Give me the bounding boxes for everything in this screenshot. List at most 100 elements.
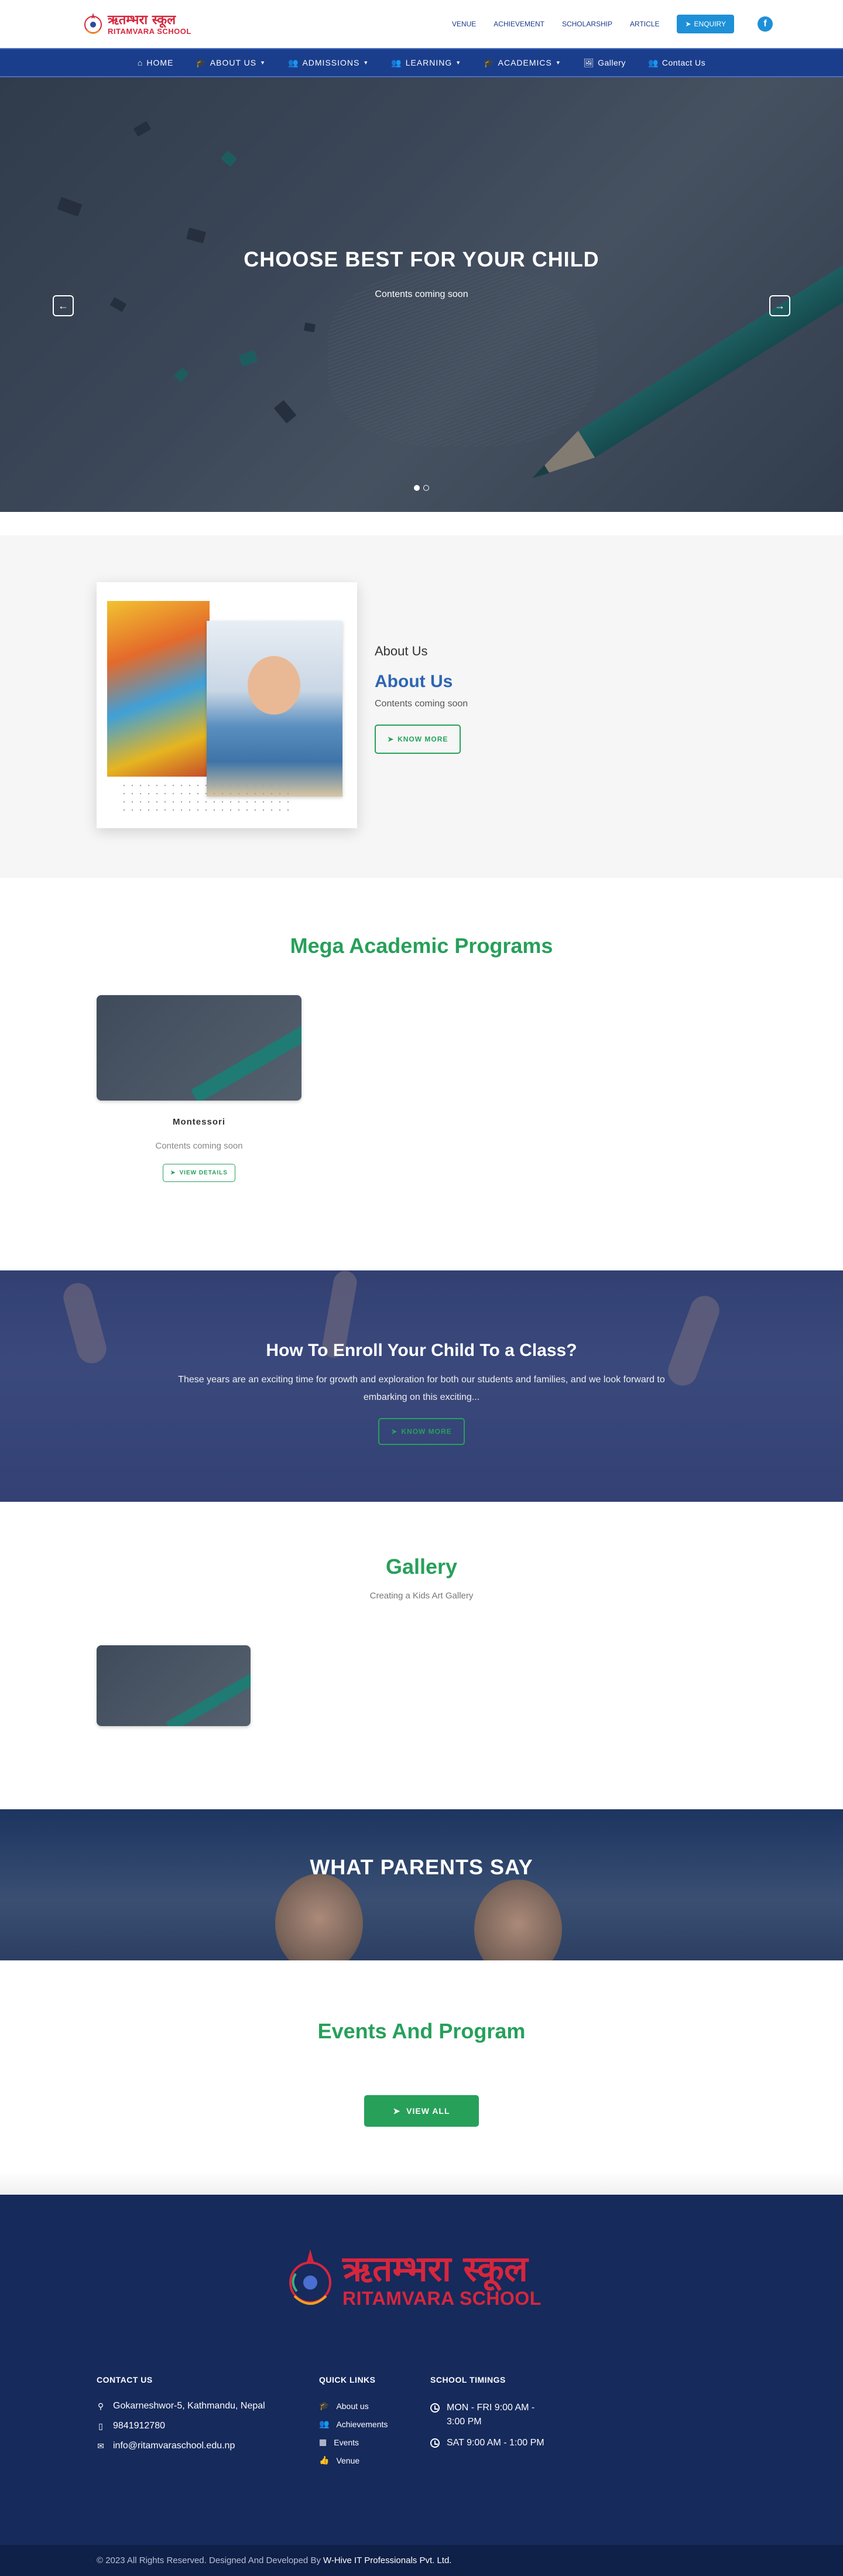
nav-item-about-us[interactable]: 🎓 ABOUT US ▼ [196,58,266,68]
program-card: Montessori Contents coming soon ➤ VIEW D… [97,995,301,1182]
about-body: Contents coming soon [375,699,468,709]
paper-plane-icon: ➤ [170,1170,176,1176]
paper-plane-icon: ➤ [393,2106,401,2116]
logo-text-english: RITAMVARA SCHOOL [108,26,191,36]
thumbs-up-icon: 👍 [319,2455,330,2465]
hero-title: CHOOSE BEST FOR YOUR CHILD [244,247,599,271]
button-label: KNOW MORE [397,735,448,743]
child-photo [474,1880,562,1960]
home-icon: ⌂ [137,58,143,67]
footer-link-label: About us [336,2401,369,2411]
footer-logo-english: RITAMVARA SCHOOL [342,2288,542,2309]
footer-links-heading: QUICK LINKS [319,2375,376,2384]
footer-logo[interactable]: ऋतम्भरा स्कूल RITAMVARA SCHOOL [284,2244,542,2315]
slider-dot[interactable] [423,485,429,491]
site-footer: ऋतम्भरा स्कूल RITAMVARA SCHOOL CONTACT U… [0,2195,843,2545]
about-image-card [97,582,357,828]
users-icon: 👥 [391,57,402,67]
view-details-button[interactable]: ➤ VIEW DETAILS [163,1164,235,1182]
nav-item-admissions[interactable]: 👥 ADMISSIONS ▼ [288,58,369,68]
footer-link-venue[interactable]: 👍 Venue [319,2455,419,2465]
nav-item-contact-us[interactable]: 👥 Contact Us [648,58,705,68]
gallery-title: Gallery [385,1555,458,1579]
enquiry-label: ENQUIRY [694,20,726,28]
clock-icon [430,2403,440,2413]
enroll-body: These years are an exciting time for gro… [178,1375,665,1402]
timing-weekday: MON - FRI 9:00 AM - 3:00 PM [447,2403,535,2427]
about-photo-boy [207,621,342,797]
footer-email[interactable]: info@ritamvaraschool.edu.np [113,2441,235,2451]
programs-section: Mega Academic Programs Montessori Conten… [0,878,843,1270]
graduation-cap-icon: 🎓 [484,57,495,67]
program-image[interactable] [97,995,301,1101]
image-icon: 🖼 [583,57,595,67]
top-link-scholarship[interactable]: SCHOLARSHIP [562,20,612,28]
users-icon: 👥 [319,2419,330,2428]
logo-emblem-icon [289,2249,331,2305]
developer-link[interactable]: W-Hive IT Professionals Pvt. Ltd. [323,2555,452,2565]
program-name: Montessori [172,1117,225,1127]
nav-item-gallery[interactable]: 🖼 Gallery [584,58,626,68]
footer-link-label: Achievements [336,2419,388,2429]
enroll-section: How To Enroll Your Child To a Class? The… [0,1270,843,1502]
arrow-left-icon: ← [58,299,68,312]
footer-link-about-us[interactable]: 🎓 About us [319,2401,419,2411]
nav-item-academics[interactable]: 🎓 ACADEMICS ▼ [484,58,561,68]
top-link-achievement[interactable]: ACHIEVEMENT [494,20,544,28]
users-icon: 👥 [288,57,299,67]
caret-down-icon: ▼ [260,60,266,66]
enquiry-button[interactable]: ➤ ENQUIRY [677,15,734,33]
about-label: About Us [375,644,428,658]
footer-link-label: Venue [336,2455,360,2465]
child-photo [275,1874,363,1960]
events-section: Events And Program ➤ VIEW ALL [0,1960,843,2171]
paper-plane-icon: ➤ [685,20,691,28]
button-label: KNOW MORE [401,1427,452,1436]
users-icon: 👥 [647,57,659,67]
copyright-bar: © 2023 All Rights Reserved. Designed And… [0,2545,843,2576]
logo-emblem-icon [84,13,102,34]
view-all-button[interactable]: ➤ VIEW ALL [364,2095,479,2127]
about-photo-children [107,601,210,777]
nav-item-learning[interactable]: 👥 LEARNING ▼ [391,58,461,68]
program-description: Contents coming soon [155,1141,243,1151]
top-bar: ऋतम्भरा स्कूल RITAMVARA SCHOOL VENUE ACH… [0,0,843,48]
top-link-venue[interactable]: VENUE [452,20,476,28]
enroll-know-more-button[interactable]: ➤ KNOW MORE [378,1418,465,1445]
slider-prev-button[interactable]: ← [53,295,74,316]
top-link-article[interactable]: ARTICLE [630,20,659,28]
hero-slider: CHOOSE BEST FOR YOUR CHILD Contents comi… [0,77,843,512]
about-know-more-button[interactable]: ➤ KNOW MORE [375,725,461,754]
footer-contact: CONTACT US ⚲ Gokarneshwor-5, Kathmandu, … [97,2375,307,2461]
footer-phone[interactable]: 9841912780 [113,2421,165,2431]
map-marker-icon: ⚲ [97,2401,104,2411]
site-logo[interactable]: ऋतम्भरा स्कूल RITAMVARA SCHOOL [82,11,191,37]
footer-logo-hindi: ऋतम्भरा स्कूल [342,2249,528,2290]
paper-plane-icon: ➤ [391,1427,398,1436]
programs-title: Mega Academic Programs [290,934,553,958]
nav-item-label: Contact Us [662,58,706,67]
copyright-text: © 2023 All Rights Reserved. Designed And… [97,2555,321,2565]
mobile-phone-icon: ▯ [98,2421,103,2431]
footer-link-events[interactable]: ▦ Events [319,2437,419,2447]
footer-link-achievements[interactable]: 👥 Achievements [319,2419,419,2429]
footer-school-timings: SCHOOL TIMINGS MON - FRI 9:00 AM - 3:00 … [430,2375,547,2457]
slider-dots [0,485,843,491]
arrow-right-icon: → [775,299,785,312]
slider-dot[interactable] [414,485,420,491]
nav-item-home[interactable]: ⌂ HOME [138,58,173,67]
calendar-icon: ▦ [319,2437,327,2447]
gallery-section: Gallery Creating a Kids Art Gallery [0,1502,843,1809]
about-section: About Us About Us Contents coming soon ➤… [0,535,843,878]
caret-down-icon: ▼ [555,60,561,66]
footer-address: Gokarneshwor-5, Kathmandu, Nepal [113,2401,265,2411]
caret-down-icon: ▼ [455,60,462,66]
nav-item-label: Gallery [598,58,626,67]
nav-item-label: LEARNING [405,58,453,67]
gallery-image[interactable] [97,1645,251,1726]
slider-next-button[interactable]: → [769,295,790,316]
nav-item-label: ACADEMICS [498,58,552,67]
nav-item-label: ADMISSIONS [302,58,360,67]
paper-plane-icon: ➤ [388,735,395,743]
facebook-icon[interactable]: f [758,16,773,32]
